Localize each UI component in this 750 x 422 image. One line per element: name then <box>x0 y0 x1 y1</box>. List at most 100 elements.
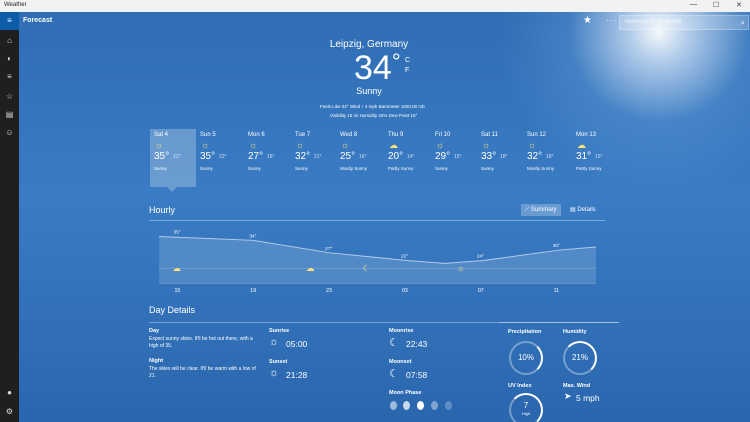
forecast-day-label: Wed 8 <box>340 132 358 138</box>
hourly-time-label: 23 <box>326 288 332 294</box>
account-avatar-icon[interactable]: ● <box>0 384 19 402</box>
maximize-button[interactable]: ☐ <box>713 1 719 9</box>
hourly-temp-label: 35° <box>174 230 181 236</box>
forecast-high-temp: 32° <box>295 151 311 162</box>
moon-phase-label: Moon Phase <box>389 390 422 396</box>
forecast-high-temp: 32° <box>527 151 543 162</box>
window-title: Weather <box>4 2 27 8</box>
forecast-high-temp: 25° <box>340 151 356 162</box>
hourly-title: Hourly <box>149 205 176 215</box>
day-label: Day <box>149 328 160 334</box>
moon-phase-icon <box>417 401 424 410</box>
forecast-day-3[interactable]: Tue 7 ☼ 32° 21° Sunny <box>291 129 337 187</box>
forecast-high-temp: 29° <box>435 151 451 162</box>
forecast-day-7[interactable]: Sat 11 ☼ 33° 18° Sunny <box>477 129 523 187</box>
forecast-day-9[interactable]: Mon 13 ☁ 31° 15° Partly Sunny <box>572 129 618 187</box>
sun-icon: ☼ <box>249 140 258 150</box>
hourly-time-label: 11 <box>554 288 560 294</box>
current-condition: Sunny <box>356 86 382 96</box>
forecast-high-temp: 35° <box>154 151 170 162</box>
sun-icon: ☼ <box>457 263 465 273</box>
top-bar: Forecast ★ ··· ⌕ <box>19 12 750 32</box>
moonrise-time: 22:43 <box>406 339 428 349</box>
unit-fahrenheit-toggle[interactable]: F <box>405 67 409 74</box>
historical-weather-icon[interactable]: ≡ <box>0 68 19 86</box>
forecast-day-2[interactable]: Mon 6 ☼ 27° 16° Sunny <box>244 129 290 187</box>
hourly-chart: 35° 34° 27° 22° 24° 30° ☁ ☁ ☾ ☼ 15 19 23… <box>159 230 596 294</box>
sunset-time: 21:28 <box>286 370 308 380</box>
forecast-low-temp: 16° <box>267 154 275 160</box>
search-box[interactable]: ⌕ <box>619 15 749 30</box>
forecast-day-6[interactable]: Fri 10 ☼ 29° 15° Sunny <box>431 129 477 187</box>
forecast-day-1[interactable]: Sun 5 ☼ 35° 22° Sunny <box>196 129 242 187</box>
forecast-day-8[interactable]: Sun 12 ☼ 32° 18° Mostly Sunny <box>523 129 569 187</box>
page-title: Forecast <box>23 17 53 24</box>
main-content: Forecast ★ ··· ⌕ Leipzig, Germany 34° C … <box>19 12 750 422</box>
forecast-day-label: Tue 7 <box>295 132 311 138</box>
hourly-temp-label: 30° <box>553 243 560 249</box>
sun-icon: ☼ <box>482 140 491 150</box>
forecast-low-temp: 21° <box>173 154 181 160</box>
sunset-icon: ☼ <box>269 367 280 379</box>
hourly-area <box>159 236 596 284</box>
uv-index-level: High <box>521 411 531 416</box>
hourly-temp-label: 27° <box>325 246 332 252</box>
forecast-low-temp: 22° <box>219 154 227 160</box>
forecast-high-temp: 35° <box>200 151 216 162</box>
nav-sidebar: ≡ ⌂ ◐ ≡ ☆ ▤ ☺ ● ⚙ <box>0 12 19 422</box>
places-icon[interactable]: ☆ <box>0 88 19 106</box>
window-titlebar: Weather — ☐ ✕ <box>0 0 750 12</box>
sun-icon: ☼ <box>436 140 445 150</box>
forecast-condition: Sunny <box>154 166 167 171</box>
hourly-time-label: 19 <box>250 288 256 294</box>
moon-phase-icon <box>403 401 410 410</box>
forecast-condition: Partly Sunny <box>388 166 414 171</box>
max-wind-value: 5 mph <box>576 393 600 403</box>
forecast-low-temp: 16° <box>359 154 367 160</box>
hourly-temp-label: 24° <box>477 254 484 260</box>
sunrise-label: Sunrise <box>269 328 290 334</box>
hourly-time-label: 07 <box>478 288 484 294</box>
forecast-day-label: Sat 11 <box>481 132 498 138</box>
close-button[interactable]: ✕ <box>736 1 742 9</box>
summary-toggle-button[interactable]: ⟋ Summary <box>521 204 561 216</box>
news-icon[interactable]: ▤ <box>0 106 19 124</box>
forecast-day-4[interactable]: Wed 8 ☼ 25° 16° Mostly Sunny <box>336 129 382 187</box>
sunrise-icon: ☼ <box>269 336 280 348</box>
current-details-line2: Visibility 15 mi Humidity 34% Dew Point … <box>330 113 418 118</box>
current-details-line1: Feels Like 34° Wind ↑ 4 mph Barometer 10… <box>320 104 425 109</box>
forecast-condition: Sunny <box>481 166 494 171</box>
moonrise-label: Moonrise <box>389 328 414 334</box>
forecast-day-label: Sat 4 <box>154 132 169 138</box>
life-icon[interactable]: ☺ <box>0 124 19 142</box>
selected-day-pointer <box>167 187 177 192</box>
forecast-day-0[interactable]: Sat 4 ☼ 35° 21° Sunny <box>150 129 196 187</box>
forecast-low-temp: 15° <box>595 154 603 160</box>
minimize-button[interactable]: — <box>690 1 697 8</box>
search-input[interactable] <box>624 19 734 25</box>
forecast-low-temp: 18° <box>500 154 508 160</box>
humidity-value: 21% <box>571 353 588 362</box>
forecast-day-label: Mon 6 <box>248 132 265 138</box>
forecast-condition: Partly Sunny <box>576 166 602 171</box>
settings-gear-icon[interactable]: ⚙ <box>0 403 19 421</box>
details-toggle-button[interactable]: ▤ Details <box>566 204 600 216</box>
forecast-condition: Mostly Sunny <box>340 166 368 171</box>
forecast-icon[interactable]: ⌂ <box>0 32 19 50</box>
hourly-divider <box>149 220 605 221</box>
favorite-star-icon[interactable]: ★ <box>583 15 592 26</box>
uv-index-label: UV Index <box>508 383 532 389</box>
search-icon[interactable]: ⌕ <box>741 18 745 28</box>
night-label: Night <box>149 358 164 364</box>
forecast-condition: Mostly Sunny <box>527 166 555 171</box>
forecast-low-temp: 18° <box>546 154 554 160</box>
maps-icon[interactable]: ◐ <box>0 50 19 68</box>
moonset-time: 07:58 <box>406 370 428 380</box>
forecast-day-5[interactable]: Thu 9 ☁ 20° 14° Partly Sunny <box>384 129 430 187</box>
more-options-icon[interactable]: ··· <box>606 16 617 25</box>
hamburger-menu-icon[interactable]: ≡ <box>0 12 19 30</box>
hourly-time-label: 15 <box>174 288 180 294</box>
forecast-high-temp: 31° <box>576 151 592 162</box>
unit-celsius-toggle[interactable]: C <box>405 57 410 64</box>
day-description: Expect sunny skies. It'll be hot out the… <box>149 336 253 349</box>
